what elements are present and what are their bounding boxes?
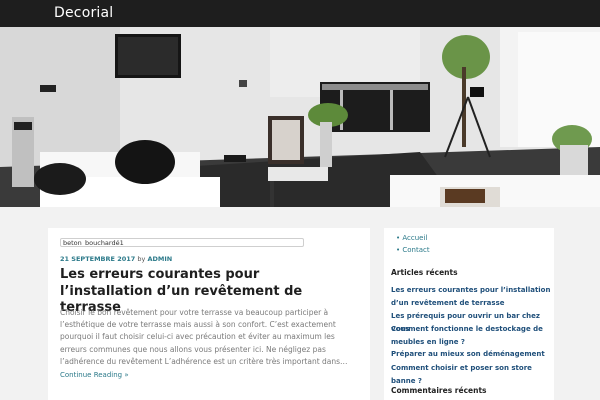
continue-reading-link[interactable]: Continue Reading » [60, 371, 129, 379]
post-card: beton_bouchardé1 21 SEPTEMBRE 2017 by AD… [48, 228, 370, 400]
site-title[interactable]: Decorial [54, 5, 113, 21]
recent-post-link[interactable]: Comment choisir et poser son store banne… [391, 362, 551, 387]
site-header: Decorial [0, 0, 600, 27]
recent-comments-heading: Commentaires récents [391, 386, 487, 395]
hero-image [0, 27, 600, 207]
post-by-label: by [137, 255, 146, 263]
living-room-illustration [0, 27, 600, 207]
post-date[interactable]: 21 SEPTEMBRE 2017 [60, 255, 135, 263]
post-author[interactable]: ADMIN [147, 255, 172, 263]
recent-posts-heading: Articles récents [391, 268, 458, 277]
recent-post-link[interactable]: Les erreurs courantes pour l’installatio… [391, 284, 551, 309]
recent-post-link[interactable]: Comment fonctionne le destockage de meub… [391, 323, 551, 348]
sidebar: Accueil Contact Articles récents Les err… [384, 228, 554, 400]
post-meta: 21 SEPTEMBRE 2017 by ADMIN [60, 255, 172, 263]
sidebar-page-contact[interactable]: Contact [396, 246, 429, 254]
post-excerpt: Choisir le bon revêtement pour votre ter… [60, 308, 348, 366]
recent-post-link[interactable]: Préparer au mieux son déménagement [391, 348, 551, 361]
post-tag-field: beton_bouchardé1 [60, 238, 304, 247]
sidebar-page-accueil[interactable]: Accueil [396, 234, 427, 242]
